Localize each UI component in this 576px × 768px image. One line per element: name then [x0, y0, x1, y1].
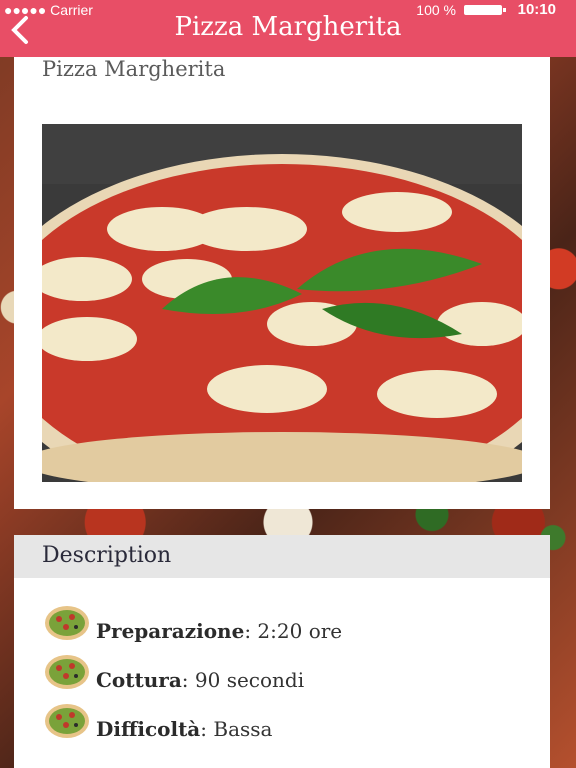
info-label: Cottura [96, 668, 182, 692]
pizza-icon [44, 654, 90, 690]
info-label: Preparazione [96, 619, 245, 643]
info-separator: : [181, 668, 195, 692]
info-value: Bassa [213, 717, 273, 741]
info-value: 90 secondi [194, 668, 305, 692]
info-text: Cottura: 90 secondi [96, 668, 304, 692]
recipe-title: Pizza Margherita [42, 57, 226, 81]
pizza-icon [44, 703, 90, 739]
info-text: Preparazione: 2:20 ore [96, 619, 342, 643]
description-heading: Description [42, 543, 172, 568]
pizza-icon [44, 605, 90, 641]
description-header: Description [14, 535, 550, 578]
recipe-card: Pizza Margherita [14, 57, 550, 509]
pizza-photo [42, 124, 522, 482]
info-separator: : [244, 619, 258, 643]
info-value: 2:20 ore [257, 619, 343, 643]
info-text: Difficoltà: Bassa [96, 717, 272, 741]
info-separator: : [200, 717, 214, 741]
nav-bar: ●●●●● Carrier 100 % 10:10 Pizza Margheri… [0, 0, 576, 57]
description-card: Description Preparazione: 2:20 ore Cottu… [14, 535, 550, 768]
info-label: Difficoltà [96, 717, 201, 741]
nav-title: Pizza Margherita [174, 12, 402, 42]
